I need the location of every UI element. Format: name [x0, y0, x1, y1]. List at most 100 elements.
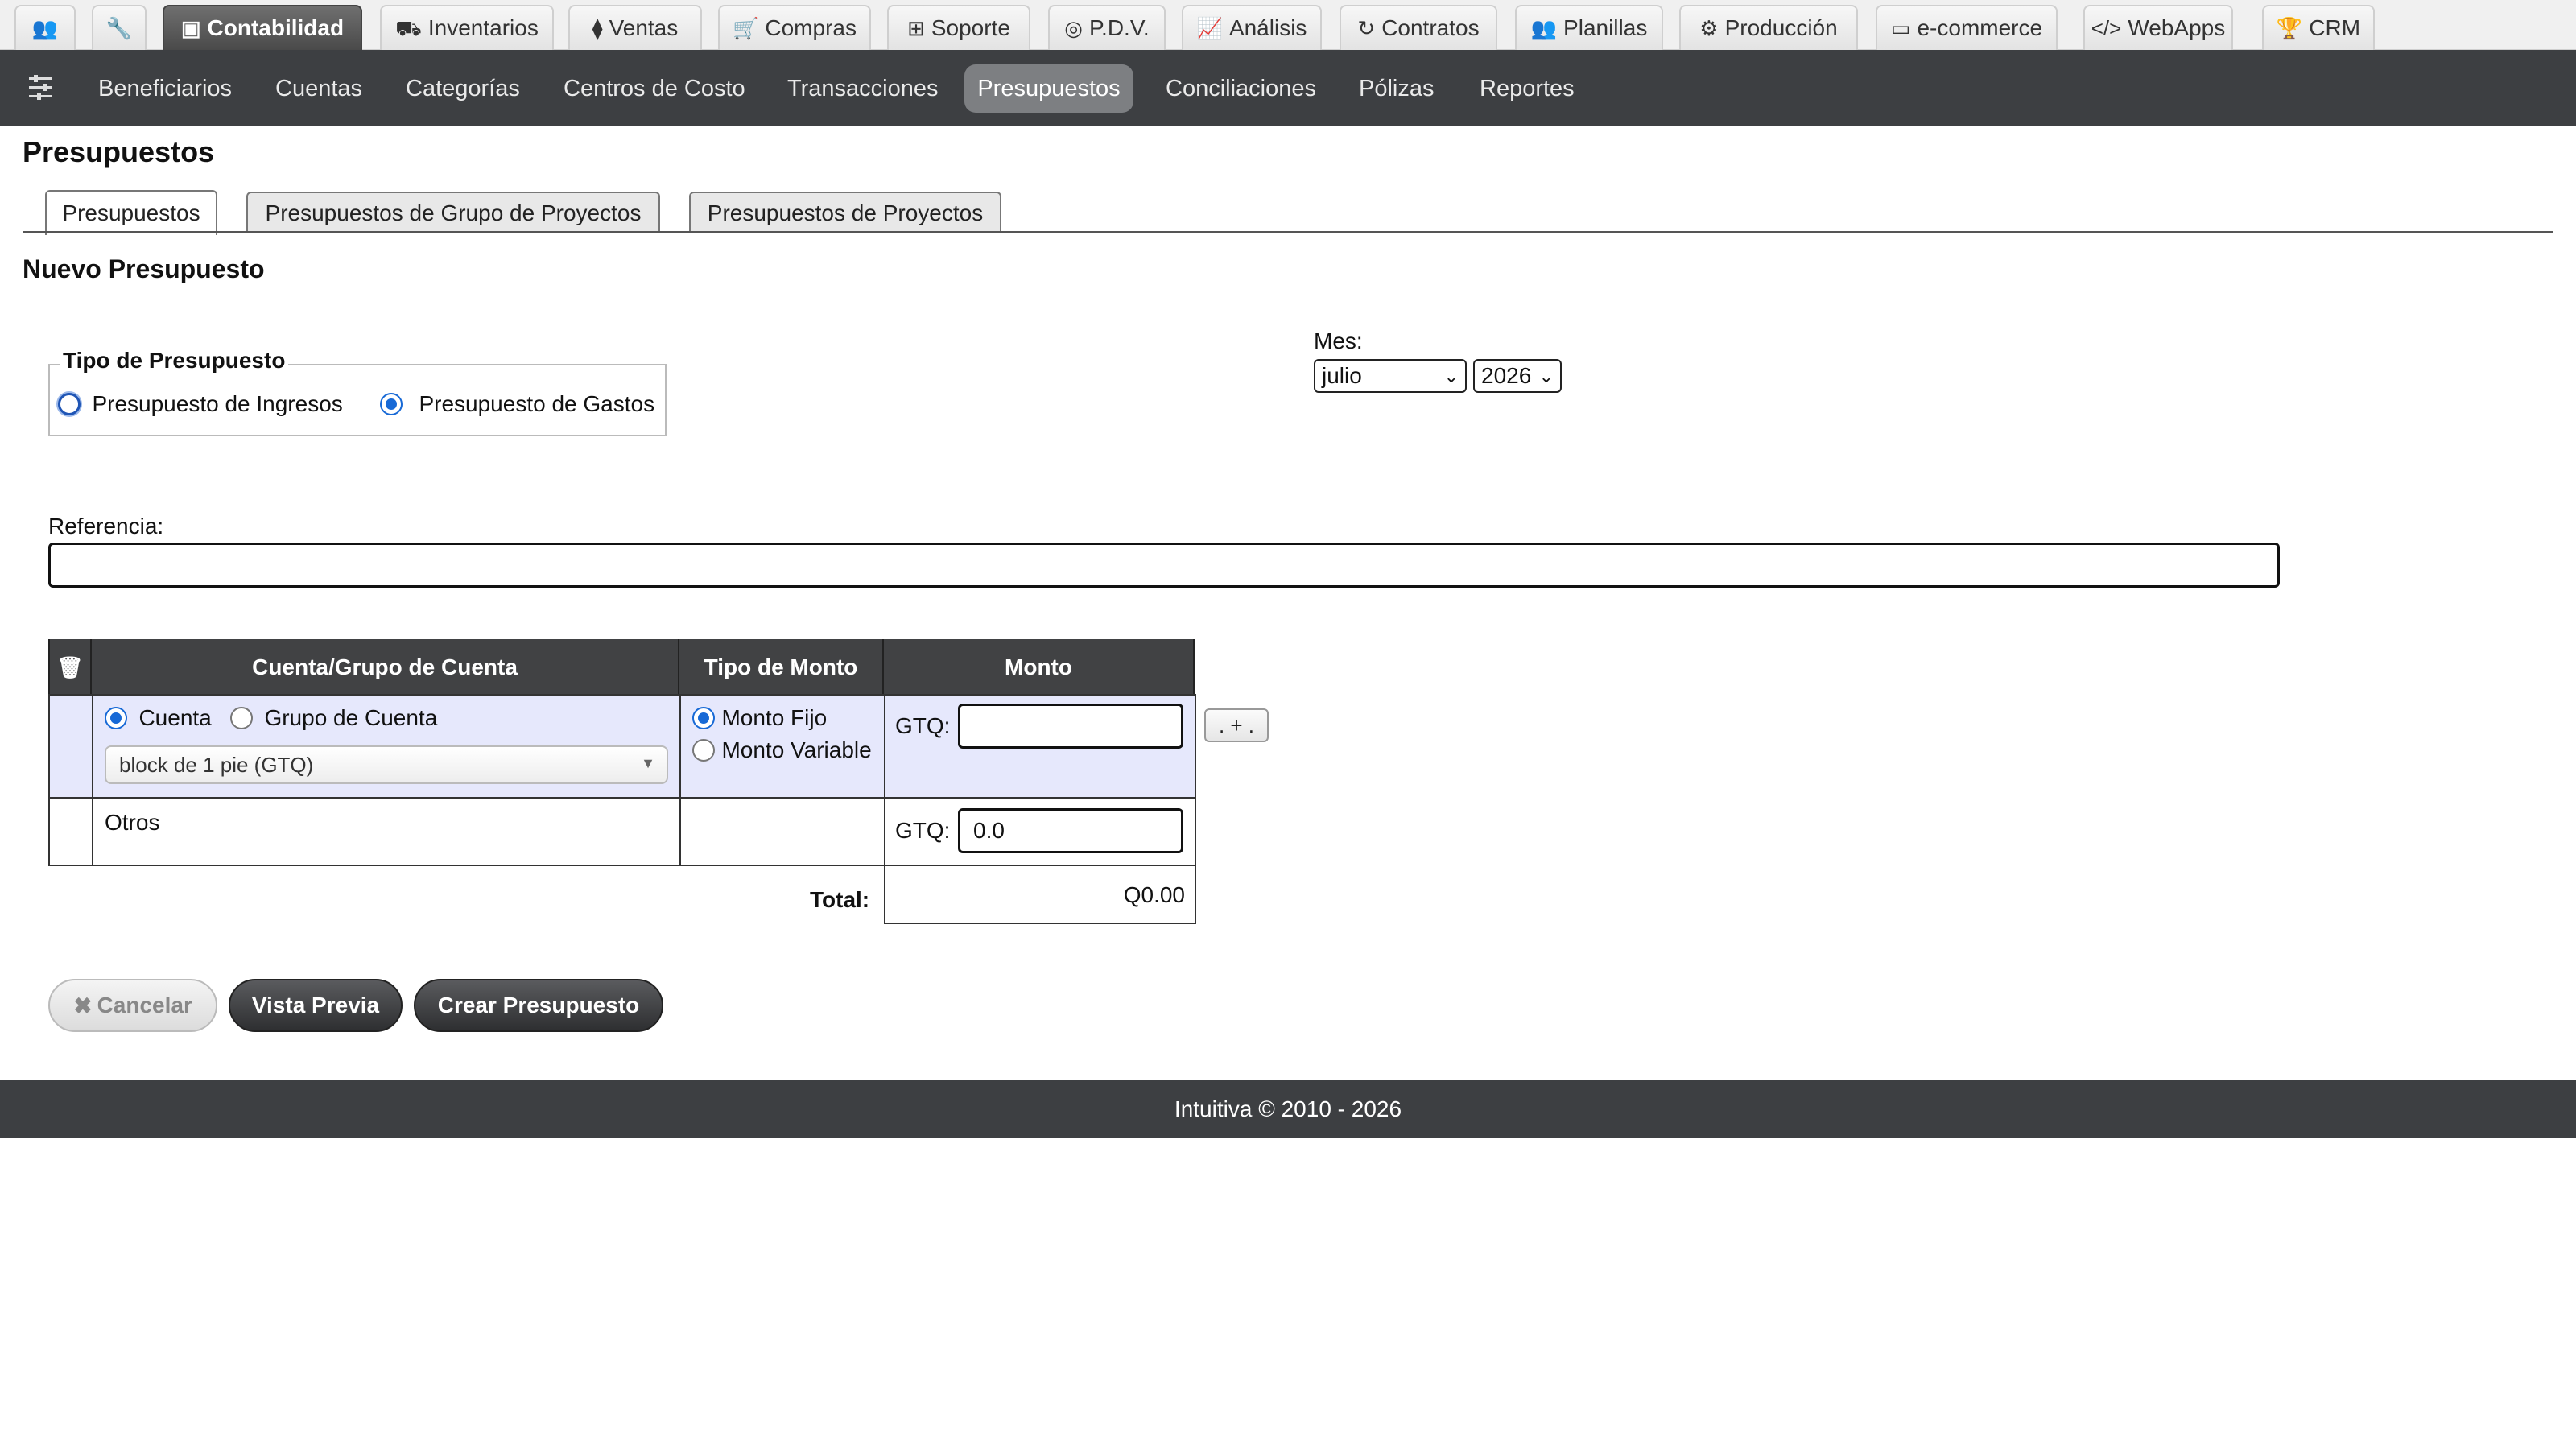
target-icon: ◎ — [1064, 16, 1083, 40]
group-icon: 👥 — [1530, 16, 1558, 40]
month-value: julio — [1322, 363, 1362, 388]
code-icon: </> — [2091, 16, 2122, 40]
module-label: Ventas — [609, 15, 679, 40]
create-budget-button[interactable]: Crear Presupuesto — [414, 979, 663, 1032]
subnav-presupuestos[interactable]: Presupuestos — [964, 64, 1133, 113]
account-group-radio[interactable] — [230, 707, 253, 729]
module-tab-contratos[interactable]: ↻ Contratos — [1340, 5, 1497, 50]
module-tab-produccion[interactable]: ⚙ Producción — [1679, 5, 1858, 50]
expense-budget-radio[interactable] — [380, 393, 402, 415]
module-tab-webapps[interactable]: </> WebApps — [2083, 5, 2233, 50]
subnav-conciliaciones[interactable]: Conciliaciones — [1151, 64, 1331, 113]
budget-type-legend: Tipo de Presupuesto — [60, 348, 289, 374]
currency-label: GTQ: — [895, 818, 951, 843]
row2-account-cell: Otros — [92, 797, 681, 866]
cancel-button[interactable]: ✖ Cancelar — [48, 979, 217, 1032]
chart-icon: 📈 — [1196, 16, 1223, 40]
header-amount: Monto — [884, 639, 1195, 696]
cart-icon: 🛒 — [733, 16, 759, 40]
credit-card-icon: ▭ — [1890, 16, 1911, 40]
account-combobox-value: block de 1 pie (GTQ) — [119, 752, 314, 777]
tab-presupuestos-proyectos[interactable]: Presupuestos de Proyectos — [689, 192, 1001, 233]
account-group-label: Grupo de Cuenta — [264, 705, 438, 730]
cogs-icon: ⚙ — [1699, 16, 1719, 40]
income-budget-option[interactable]: Presupuesto de Ingresos — [58, 391, 343, 417]
expense-budget-option[interactable]: Presupuesto de Gastos — [380, 391, 654, 417]
module-label: Planillas — [1563, 15, 1648, 40]
module-tab-crm[interactable]: 🏆 CRM — [2262, 5, 2375, 50]
income-budget-radio[interactable] — [58, 393, 80, 415]
subnav-transacciones[interactable]: Transacciones — [773, 64, 953, 113]
module-label: Compras — [765, 15, 857, 40]
account-radio[interactable] — [105, 707, 127, 729]
module-tab-inventarios[interactable]: ⛟ Inventarios — [380, 5, 554, 50]
sliders-icon[interactable] — [29, 74, 53, 101]
module-tab-compras[interactable]: 🛒 Compras — [718, 5, 871, 50]
tabs-divider — [23, 231, 2553, 233]
account-option[interactable]: Cuenta — [105, 705, 212, 731]
module-tab-contabilidad[interactable]: ▣ Contabilidad — [163, 5, 362, 50]
year-select[interactable]: 2026 ⌄ — [1473, 359, 1562, 393]
module-tab-ecommerce[interactable]: ▭ e-commerce — [1876, 5, 2058, 50]
module-tab-users[interactable]: 👥 — [14, 5, 76, 50]
fixed-amount-option[interactable]: Monto Fijo — [692, 705, 827, 731]
fixed-amount-radio[interactable] — [692, 707, 715, 729]
row2-amount-type-cell — [679, 797, 886, 866]
trophy-icon: 🏆 — [2276, 16, 2303, 40]
income-budget-label: Presupuesto de Ingresos — [92, 391, 343, 416]
chevron-down-icon: ⌄ — [1443, 366, 1459, 386]
module-label: Contabilidad — [207, 15, 345, 40]
variable-amount-option[interactable]: Monto Variable — [692, 737, 872, 763]
variable-amount-label: Monto Variable — [721, 737, 872, 762]
subnav-centros-de-costo[interactable]: Centros de Costo — [549, 64, 760, 113]
tab-presupuestos-grupo-proyectos[interactable]: Presupuestos de Grupo de Proyectos — [246, 192, 660, 233]
section-title: Nuevo Presupuesto — [23, 254, 265, 283]
tab-presupuestos[interactable]: Presupuestos — [45, 190, 217, 235]
header-amount-type: Tipo de Monto — [679, 639, 884, 696]
preview-button[interactable]: Vista Previa — [229, 979, 402, 1032]
module-tab-planillas[interactable]: 👥 Planillas — [1515, 5, 1663, 50]
header-account: Cuenta/Grupo de Cuenta — [92, 639, 679, 696]
row1-account-cell: Cuenta Grupo de Cuenta block de 1 pie (G… — [92, 694, 681, 799]
subnav-categorias[interactable]: Categorías — [391, 64, 535, 113]
trash-icon[interactable]: 🗑 — [56, 655, 83, 680]
module-label: Análisis — [1228, 15, 1307, 40]
total-label: Total: — [810, 887, 870, 912]
truck-icon: ⛟ — [395, 16, 422, 40]
subnav-beneficiarios[interactable]: Beneficiarios — [84, 64, 246, 113]
month-select[interactable]: julio ⌄ — [1314, 359, 1467, 393]
module-tab-pdv[interactable]: ◎ P.D.V. — [1048, 5, 1166, 50]
module-bar: 👥 🔧 ▣ Contabilidad ⛟ Inventarios ⧫ Venta… — [0, 0, 2576, 50]
fixed-amount-label: Monto Fijo — [721, 705, 828, 730]
module-tab-settings[interactable]: 🔧 — [92, 5, 147, 50]
subnav-polizas[interactable]: Pólizas — [1344, 64, 1449, 113]
module-label: WebApps — [2128, 15, 2226, 40]
close-icon: ✖ — [73, 993, 93, 1018]
module-tab-analisis[interactable]: 📈 Análisis — [1182, 5, 1322, 50]
trash-column-header: 🗑 — [48, 639, 92, 696]
module-tab-soporte[interactable]: ⊞ Soporte — [887, 5, 1030, 50]
money-icon: ▣ — [180, 16, 201, 40]
subnav-reportes[interactable]: Reportes — [1465, 64, 1589, 113]
cancel-button-label: Cancelar — [97, 993, 192, 1018]
refresh-icon: ↻ — [1357, 16, 1376, 40]
reference-input[interactable] — [48, 543, 2280, 588]
module-label: Soporte — [931, 15, 1010, 40]
module-tab-ventas[interactable]: ⧫ Ventas — [568, 5, 702, 50]
account-group-option[interactable]: Grupo de Cuenta — [230, 705, 437, 731]
module-label: CRM — [2309, 15, 2361, 40]
add-row-button[interactable]: . + . — [1204, 708, 1269, 742]
variable-amount-radio[interactable] — [692, 739, 715, 762]
account-combobox[interactable]: block de 1 pie (GTQ) ▼ — [105, 745, 668, 784]
subnav-cuentas[interactable]: Cuentas — [261, 64, 377, 113]
wrench-icon: 🔧 — [105, 16, 133, 40]
caret-down-icon: ▼ — [641, 755, 655, 771]
sub-navigation: Beneficiarios Cuentas Categorías Centros… — [0, 50, 2576, 126]
medkit-icon: ⊞ — [907, 16, 925, 40]
expense-budget-label: Presupuesto de Gastos — [419, 391, 655, 416]
currency-label: GTQ: — [895, 713, 951, 738]
otros-amount-input[interactable]: 0.0 — [958, 808, 1183, 853]
total-cell: Q0.00 — [884, 865, 1196, 924]
row1-amount-type-cell: Monto Fijo Monto Variable — [679, 694, 886, 799]
amount-input[interactable] — [958, 704, 1183, 749]
